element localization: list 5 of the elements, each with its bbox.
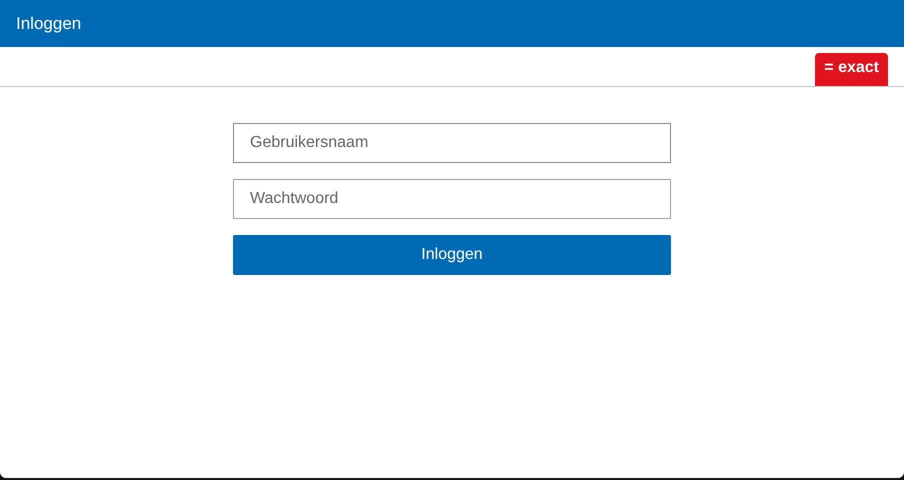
logo: = exact bbox=[815, 53, 888, 86]
input-field[interactable]: Wachtwoord bbox=[233, 179, 671, 219]
header-title: Inloggen bbox=[16, 12, 82, 35]
input-field[interactable]: Gebruikersnaam bbox=[233, 123, 671, 163]
login-button[interactable]: Inloggen bbox=[233, 235, 671, 275]
